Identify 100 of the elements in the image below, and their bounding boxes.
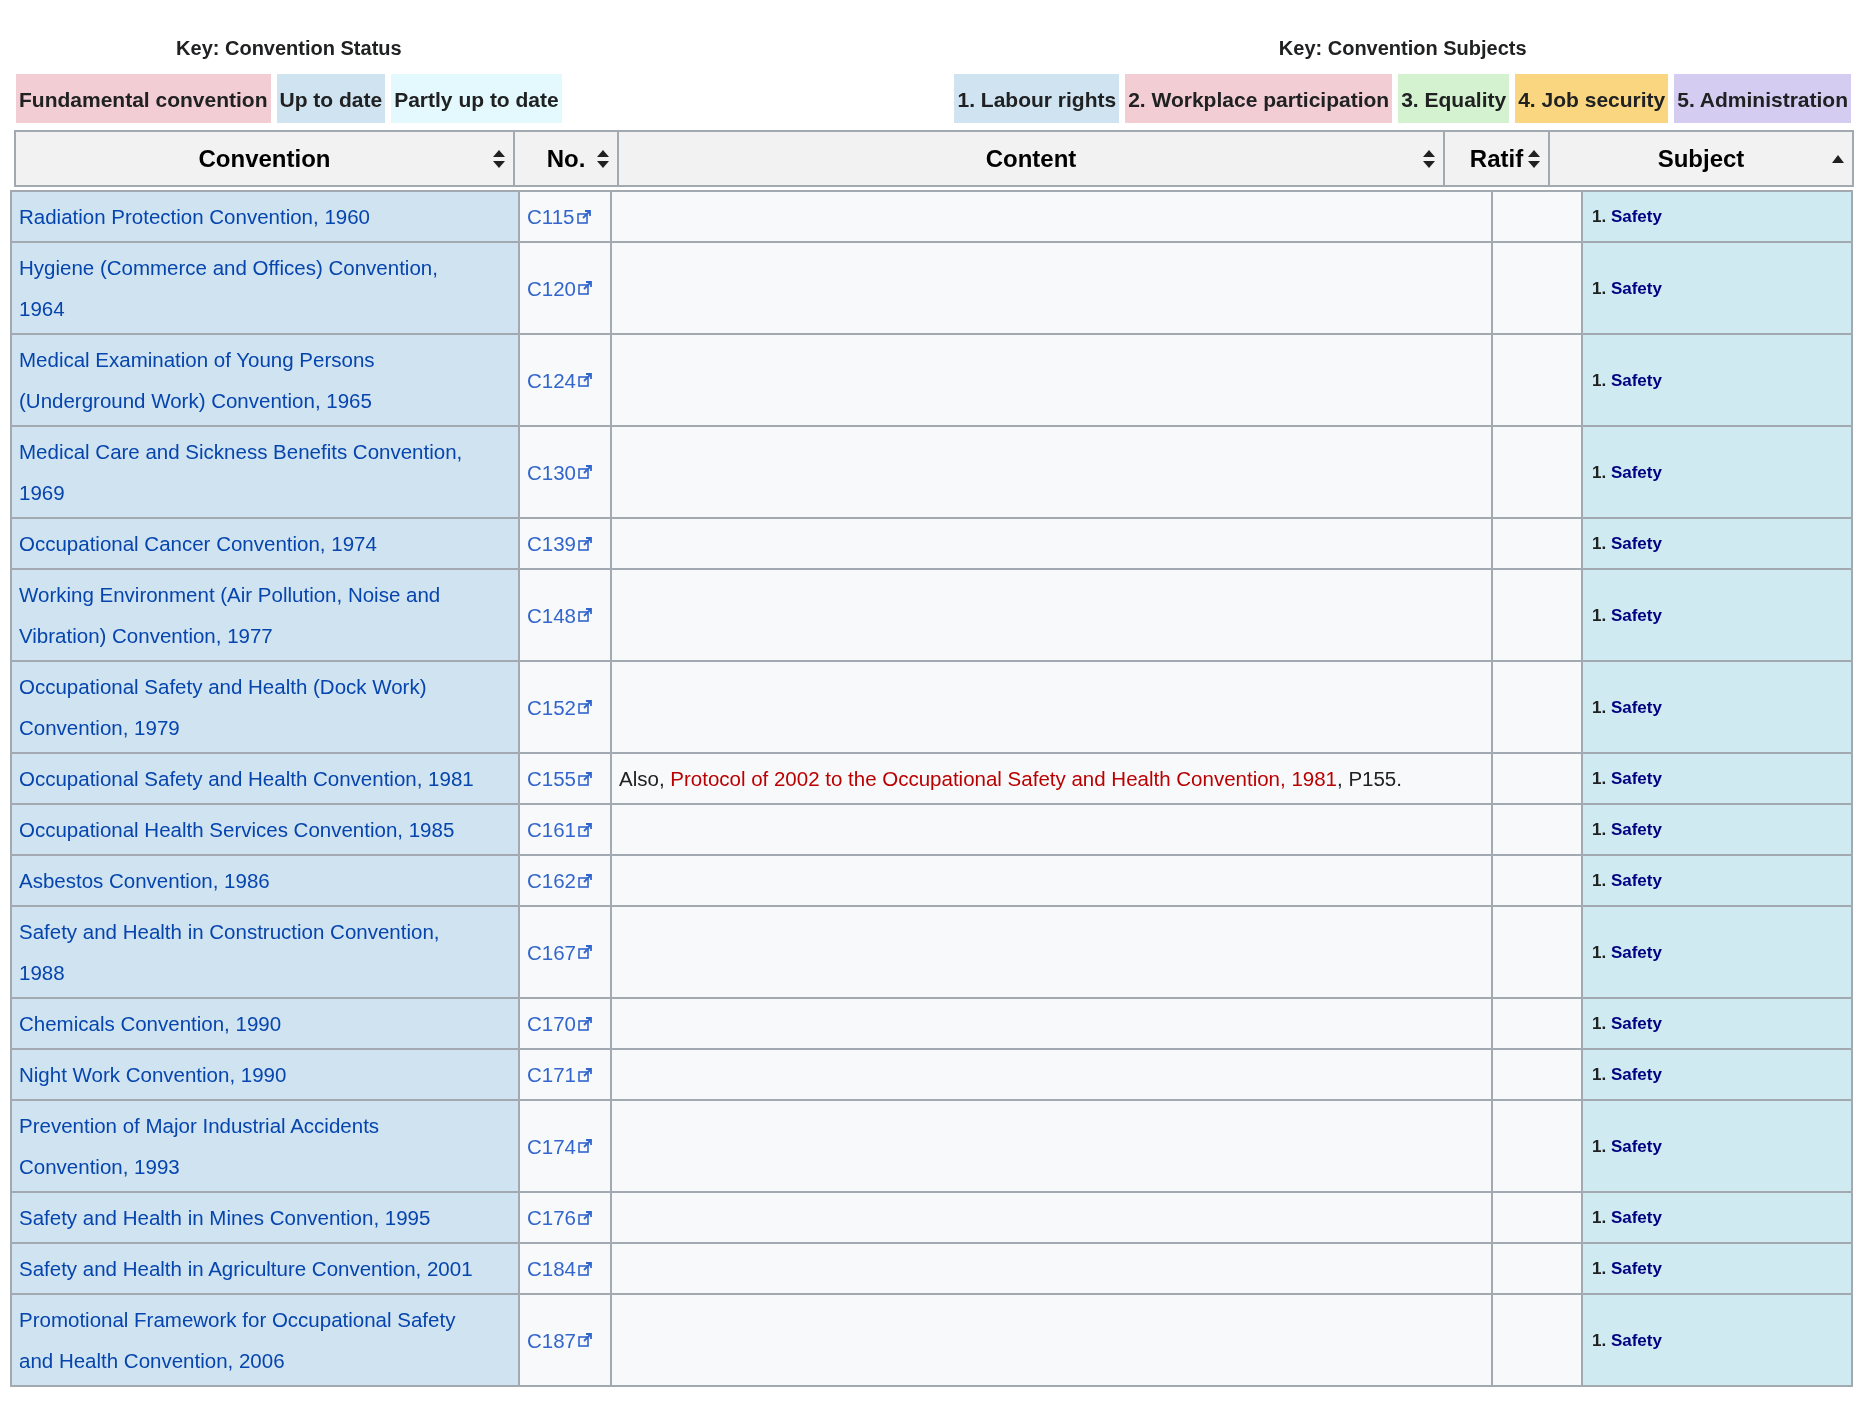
subject-link[interactable]: Safety xyxy=(1610,769,1662,788)
subject-link[interactable]: Safety xyxy=(1610,462,1662,482)
convention-link[interactable]: Promotional Framework for Occupational Safety and Health Convention, 2006 xyxy=(19,1299,511,1381)
external-link-icon xyxy=(578,608,592,622)
key-item: Fundamental convention xyxy=(16,74,271,123)
convention-link[interactable]: Occupational Cancer Convention, 1974 xyxy=(19,523,511,564)
subject-link[interactable]: Safety xyxy=(1610,1136,1662,1156)
subject-text: 1. Safety xyxy=(1592,1330,1662,1350)
key-item: 1. Labour rights xyxy=(954,74,1120,123)
convention-number-link[interactable]: C170 xyxy=(527,1003,592,1044)
subject-link[interactable]: Safety xyxy=(1610,942,1662,962)
convention-link[interactable]: Asbestos Convention, 1986 xyxy=(19,860,511,901)
subject-text: 1. Safety xyxy=(1592,370,1662,390)
subject-link[interactable]: Safety xyxy=(1610,1065,1662,1084)
subject-link[interactable]: Safety xyxy=(1610,697,1662,717)
external-link-icon xyxy=(578,873,592,888)
subject-text: 1. Safety xyxy=(1592,1065,1662,1084)
convention-link[interactable]: Safety and Health in Agriculture Convention, 2001 xyxy=(19,1248,511,1289)
convention-link[interactable]: Medical Examination of Young Persons (Underground Work) Convention, 1965 xyxy=(19,339,511,421)
convention-number-link[interactable]: C162 xyxy=(527,860,592,901)
subject-link[interactable]: Safety xyxy=(1610,207,1662,226)
subject-link[interactable]: Safety xyxy=(1610,871,1662,890)
subject-link[interactable]: Safety xyxy=(1610,370,1662,390)
convention-link[interactable]: Hygiene (Commerce and Offices) Convention, 1964 xyxy=(19,247,511,329)
column-header[interactable]: Convention xyxy=(15,131,514,186)
subject-text: 1. Safety xyxy=(1592,1259,1662,1278)
subject-link[interactable]: Safety xyxy=(1610,534,1662,553)
protocol-link[interactable]: Protocol of 2002 to the Occupational Safety and Health Convention, 1981 xyxy=(670,767,1337,790)
convention-number-link[interactable]: C130 xyxy=(527,451,592,493)
key-item: 5. Administration xyxy=(1674,74,1851,123)
subject-link[interactable]: Safety xyxy=(1610,278,1662,298)
key-title: Key: Convention Status xyxy=(176,36,402,61)
subject-text: 1. Safety xyxy=(1592,207,1662,226)
convention-link[interactable]: Radiation Protection Convention, 1960 xyxy=(19,196,511,237)
column-header[interactable]: Subject xyxy=(1549,131,1853,186)
subject-link[interactable]: Safety xyxy=(1610,605,1662,625)
subject-link[interactable]: Safety xyxy=(1610,820,1662,839)
external-link-icon xyxy=(578,1333,592,1347)
subject-link[interactable]: Safety xyxy=(1610,1208,1662,1227)
key-item: Up to date xyxy=(276,74,386,123)
key-item: 2. Workplace participation xyxy=(1125,74,1393,123)
key-item: 4. Job security xyxy=(1515,74,1669,123)
subject-text: 1. Safety xyxy=(1592,769,1662,788)
external-link-icon xyxy=(578,700,592,714)
subject-link[interactable]: Safety xyxy=(1610,1259,1662,1278)
convention-link[interactable]: Occupational Health Services Convention, 1985 xyxy=(19,809,511,850)
subject-link[interactable]: Safety xyxy=(1610,1330,1662,1350)
convention-number-link[interactable]: C174 xyxy=(527,1125,592,1167)
convention-link[interactable]: Night Work Convention, 1990 xyxy=(19,1054,511,1095)
column-label: Content xyxy=(985,144,1077,173)
convention-number-link[interactable]: C167 xyxy=(527,931,592,973)
key-title: Key: Convention Subjects xyxy=(1278,36,1527,61)
convention-link[interactable]: Chemicals Convention, 1990 xyxy=(19,1003,511,1044)
subject-text: 1. Safety xyxy=(1592,278,1662,298)
external-link-icon xyxy=(578,771,592,786)
convention-number-link[interactable]: C171 xyxy=(527,1054,592,1095)
column-label: Ratif xyxy=(1469,144,1524,173)
convention-number-link[interactable]: C152 xyxy=(527,686,592,728)
convention-link[interactable]: Working Environment (Air Pollution, Noise and Vibration) Convention, 1977 xyxy=(19,574,511,656)
subject-text: 1. Safety xyxy=(1592,534,1662,553)
subject-link[interactable]: Safety xyxy=(1610,1014,1662,1033)
content-text: Also, Protocol of 2002 to the Occupational Safety and Health Convention, 1981, P155. xyxy=(619,767,1402,790)
subject-text: 1. Safety xyxy=(1592,942,1662,962)
external-link-icon xyxy=(578,822,592,837)
convention-number-link[interactable]: C155 xyxy=(527,758,592,799)
convention-link[interactable]: Medical Care and Sickness Benefits Convention, 1969 xyxy=(19,431,511,513)
convention-link[interactable]: Safety and Health in Mines Convention, 1995 xyxy=(19,1197,511,1238)
convention-number-link[interactable]: C115 xyxy=(527,196,591,237)
convention-number-link[interactable]: C161 xyxy=(527,809,592,850)
subject-text: 1. Safety xyxy=(1592,462,1662,482)
external-link-icon xyxy=(578,1261,592,1276)
external-link-icon xyxy=(578,1016,592,1031)
convention-number-link[interactable]: C120 xyxy=(527,267,592,309)
convention-number-link[interactable]: C184 xyxy=(527,1248,592,1289)
external-link-icon xyxy=(578,1067,592,1082)
convention-number-link[interactable]: C176 xyxy=(527,1197,592,1238)
external-link-icon xyxy=(576,209,591,224)
key-item: Partly up to date xyxy=(391,74,562,123)
convention-link[interactable]: Safety and Health in Construction Convention, 1988 xyxy=(19,911,511,993)
convention-number-link[interactable]: C139 xyxy=(527,523,592,564)
external-link-icon xyxy=(578,465,592,479)
column-header[interactable]: Ratif xyxy=(1444,131,1549,186)
convention-link[interactable]: Occupational Safety and Health (Dock Work) Convention, 1979 xyxy=(19,666,511,748)
key-item: 3. Equality xyxy=(1398,74,1510,123)
external-link-icon xyxy=(578,1210,592,1225)
column-header[interactable]: No. xyxy=(514,131,618,186)
subject-text: 1. Safety xyxy=(1592,820,1662,839)
convention-link[interactable]: Prevention of Major Industrial Accidents Convention, 1993 xyxy=(19,1105,511,1187)
subject-text: 1. Safety xyxy=(1592,1014,1662,1033)
convention-number-link[interactable]: C124 xyxy=(527,359,592,401)
convention-link[interactable]: Occupational Safety and Health Convention, 1981 xyxy=(19,758,511,799)
column-label: Subject xyxy=(1657,144,1745,173)
subject-text: 1. Safety xyxy=(1592,1208,1662,1227)
convention-number-link[interactable]: C148 xyxy=(527,594,592,636)
external-link-icon xyxy=(578,373,592,387)
subject-text: 1. Safety xyxy=(1592,871,1662,890)
column-header[interactable]: Content xyxy=(618,131,1444,186)
external-link-icon xyxy=(578,945,592,959)
convention-number-link[interactable]: C187 xyxy=(527,1319,592,1361)
external-link-icon xyxy=(578,281,592,295)
